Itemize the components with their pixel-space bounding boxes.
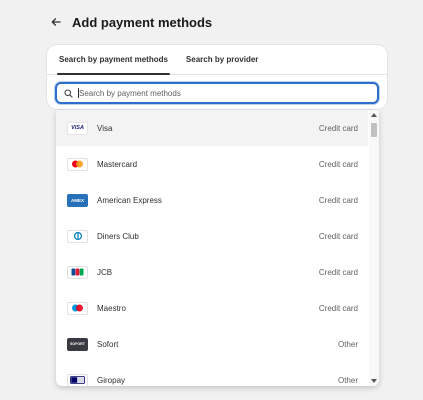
sofort-logo-text: SOFORT: [70, 342, 85, 346]
visa-logo-icon: VISA: [67, 121, 88, 135]
payment-methods-dropdown: VISA Visa Credit card Mastercard Credit …: [56, 110, 379, 386]
tab-search-by-payment-methods[interactable]: Search by payment methods: [53, 45, 174, 75]
list-item-maestro[interactable]: Maestro Credit card: [56, 290, 368, 326]
diners-club-logo-icon: [67, 229, 88, 243]
method-type: Credit card: [318, 267, 358, 277]
page-header: Add payment methods: [48, 12, 212, 32]
list-item-diners-club[interactable]: Diners Club Credit card: [56, 218, 368, 254]
method-name: Giropay: [97, 375, 126, 385]
search-field[interactable]: [55, 82, 379, 104]
search-input[interactable]: [79, 84, 377, 102]
list-item-jcb[interactable]: JCB Credit card: [56, 254, 368, 290]
tab-bar: Search by payment methods Search by prov…: [47, 45, 387, 75]
list-item-mastercard[interactable]: Mastercard Credit card: [56, 146, 368, 182]
amex-logo-text: AMEX: [70, 197, 84, 203]
payment-methods-list: VISA Visa Credit card Mastercard Credit …: [56, 110, 368, 386]
search-icon: [64, 88, 73, 98]
list-item-sofort[interactable]: SOFORT Sofort Other: [56, 326, 368, 362]
mastercard-logo-icon: [67, 157, 88, 171]
list-item-visa[interactable]: VISA Visa Credit card: [56, 110, 368, 146]
method-type: Credit card: [318, 159, 358, 169]
sofort-logo-icon: SOFORT: [67, 337, 88, 351]
list-item-giropay[interactable]: Giropay Other: [56, 362, 368, 386]
list-scrollbar[interactable]: [369, 110, 379, 386]
method-name: Mastercard: [97, 159, 138, 169]
method-type: Credit card: [318, 123, 358, 133]
method-name: Visa: [97, 123, 113, 133]
method-name: Sofort: [97, 339, 119, 349]
tab-search-by-provider[interactable]: Search by provider: [180, 45, 264, 74]
text-cursor: [78, 88, 79, 98]
jcb-logo-icon: [67, 265, 88, 279]
scroll-down-icon[interactable]: [371, 379, 377, 383]
method-name: JCB: [97, 267, 113, 277]
method-type: Credit card: [318, 231, 358, 241]
method-type: Credit card: [318, 195, 358, 205]
giropay-logo-icon: [67, 373, 88, 386]
method-name: American Express: [97, 195, 162, 205]
arrow-left-icon: [51, 18, 61, 26]
amex-logo-icon: AMEX: [67, 193, 88, 207]
maestro-logo-icon: [67, 301, 88, 315]
visa-logo-text: VISA: [71, 125, 84, 131]
scroll-thumb[interactable]: [371, 123, 377, 137]
method-name: Diners Club: [97, 231, 139, 241]
scroll-up-icon[interactable]: [371, 113, 377, 117]
method-type: Other: [337, 375, 358, 385]
page-title: Add payment methods: [72, 14, 213, 30]
method-name: Maestro: [97, 303, 126, 313]
method-type: Credit card: [318, 303, 358, 313]
list-item-american-express[interactable]: AMEX American Express Credit card: [56, 182, 368, 218]
back-button[interactable]: [48, 14, 64, 30]
method-type: Other: [337, 339, 358, 349]
